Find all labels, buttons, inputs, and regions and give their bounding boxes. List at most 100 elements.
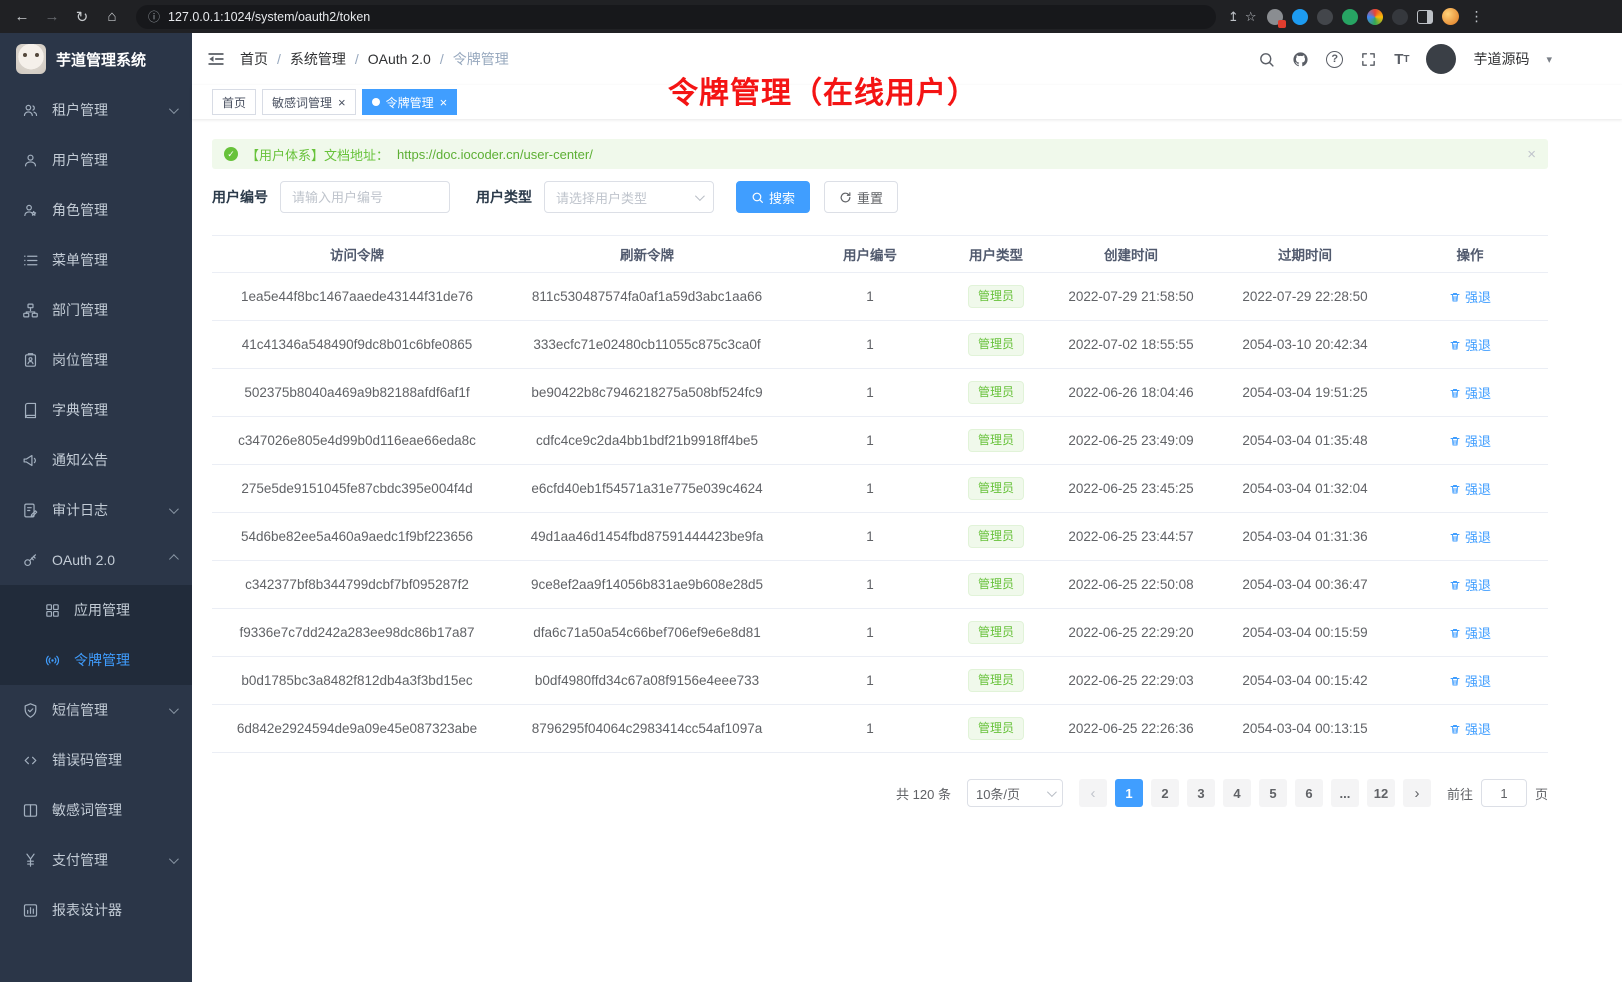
breadcrumb-item[interactable]: 系统管理 [290, 49, 346, 69]
sidebar-item[interactable]: 部门管理 [0, 285, 192, 335]
tab-2[interactable]: 令牌管理 × [362, 89, 458, 115]
goto-page-input[interactable] [1481, 779, 1527, 807]
created-cell: 2022-07-29 21:58:50 [1044, 273, 1218, 321]
breadcrumb-separator: / [440, 51, 444, 67]
sidebar-item[interactable]: 租户管理 [0, 85, 192, 135]
force-logout-button[interactable]: 强退 [1449, 479, 1491, 498]
reset-button[interactable]: 重置 [824, 181, 898, 213]
help-icon[interactable]: ? [1326, 51, 1343, 68]
page-size-select[interactable]: 10条/页 [967, 779, 1063, 807]
page-button-...[interactable]: ... [1331, 779, 1359, 807]
extension-icon[interactable] [1267, 9, 1283, 25]
refresh-token-cell: 8796295f04064c2983414cc54af1097a [502, 705, 792, 753]
force-logout-button[interactable]: 强退 [1449, 719, 1491, 738]
sidebar-item[interactable]: 敏感词管理 [0, 785, 192, 835]
search-icon[interactable] [1258, 51, 1275, 68]
chevron-up-icon [169, 554, 179, 564]
table-row: 6d842e2924594de9a09e45e087323abe 8796295… [212, 705, 1548, 753]
close-icon[interactable]: × [440, 96, 448, 109]
alert-close-icon[interactable]: × [1527, 146, 1536, 163]
expires-cell: 2054-03-04 00:15:59 [1218, 609, 1392, 657]
search-button[interactable]: 搜索 [736, 181, 810, 213]
force-logout-button[interactable]: 强退 [1449, 575, 1491, 594]
side-panel-icon[interactable] [1417, 10, 1433, 24]
created-cell: 2022-06-26 18:04:46 [1044, 369, 1218, 417]
page-button-1[interactable]: 1 [1115, 779, 1143, 807]
total-count: 共 120 条 [896, 784, 951, 803]
breadcrumb-item[interactable]: 首页 [240, 49, 268, 69]
next-page-button[interactable]: › [1403, 779, 1431, 807]
app-icon [44, 602, 61, 619]
page-button-12[interactable]: 12 [1367, 779, 1395, 807]
sidebar-item[interactable]: 报表设计器 [0, 885, 192, 935]
sidebar-item[interactable]: 菜单管理 [0, 235, 192, 285]
extension-icon[interactable] [1367, 9, 1383, 25]
sidebar-item[interactable]: 审计日志 [0, 485, 192, 535]
user-icon [22, 152, 39, 169]
page-button-5[interactable]: 5 [1259, 779, 1287, 807]
page-button-2[interactable]: 2 [1151, 779, 1179, 807]
force-logout-label: 强退 [1465, 431, 1491, 450]
force-logout-button[interactable]: 强退 [1449, 527, 1491, 546]
prev-page-button[interactable]: ‹ [1079, 779, 1107, 807]
user-name[interactable]: 芋道源码 [1473, 49, 1529, 69]
user-type-badge: 管理员 [968, 573, 1024, 595]
github-icon[interactable] [1292, 51, 1309, 68]
sidebar-item[interactable]: 错误码管理 [0, 735, 192, 785]
page-button-6[interactable]: 6 [1295, 779, 1323, 807]
logo-image [16, 44, 46, 74]
bookmark-star-icon[interactable]: ☆ [1245, 9, 1257, 25]
page-button-4[interactable]: 4 [1223, 779, 1251, 807]
errcode-icon [22, 752, 39, 769]
sidebar-item[interactable]: 角色管理 [0, 185, 192, 235]
forward-icon[interactable]: → [40, 5, 64, 29]
user-id-cell: 1 [792, 273, 948, 321]
force-logout-button[interactable]: 强退 [1449, 671, 1491, 690]
share-icon[interactable]: ↥ [1228, 9, 1239, 25]
sidebar-item[interactable]: 令牌管理 [0, 635, 192, 685]
force-logout-button[interactable]: 强退 [1449, 431, 1491, 450]
extension-icon[interactable] [1317, 9, 1333, 25]
extension-icon[interactable] [1342, 9, 1358, 25]
sidebar-item[interactable]: 用户管理 [0, 135, 192, 185]
user-avatar[interactable] [1426, 44, 1456, 74]
user-id-input[interactable] [280, 181, 450, 213]
app-logo[interactable]: 芋道管理系统 [0, 33, 192, 85]
chevron-down-icon [169, 104, 179, 114]
browser-profile-avatar[interactable] [1442, 8, 1459, 25]
browser-menu-icon[interactable]: ⋮ [1470, 8, 1484, 25]
font-size-icon[interactable]: TT [1394, 51, 1409, 68]
sidebar-item[interactable]: 应用管理 [0, 585, 192, 635]
sidebar-item[interactable]: 短信管理 [0, 685, 192, 735]
breadcrumb-item[interactable]: 令牌管理 [453, 49, 509, 69]
extension-icon[interactable] [1392, 9, 1408, 25]
breadcrumb-item[interactable]: OAuth 2.0 [368, 51, 431, 67]
home-icon[interactable]: ⌂ [100, 5, 124, 29]
menu-list-icon [22, 252, 39, 269]
extension-icon[interactable] [1292, 9, 1308, 25]
force-logout-button[interactable]: 强退 [1449, 623, 1491, 642]
close-icon[interactable]: × [338, 96, 346, 109]
site-info-icon[interactable]: ⓘ [148, 8, 160, 25]
sidebar-item[interactable]: OAuth 2.0 [0, 535, 192, 585]
address-bar[interactable]: ⓘ 127.0.0.1:1024/system/oauth2/token [136, 5, 1216, 29]
sidebar-item[interactable]: 字典管理 [0, 385, 192, 435]
sidebar-item[interactable]: 支付管理 [0, 835, 192, 885]
collapse-sidebar-icon[interactable] [206, 49, 226, 69]
force-logout-button[interactable]: 强退 [1449, 335, 1491, 354]
force-logout-button[interactable]: 强退 [1449, 287, 1491, 306]
force-logout-button[interactable]: 强退 [1449, 383, 1491, 402]
user-type-badge: 管理员 [968, 717, 1024, 739]
back-icon[interactable]: ← [10, 5, 34, 29]
tab-1[interactable]: 敏感词管理 × [262, 89, 356, 115]
doc-link[interactable]: https://doc.iocoder.cn/user-center/ [397, 147, 593, 162]
tab-0[interactable]: 首页 [212, 89, 256, 115]
refresh-token-cell: cdfc4ce9c2da4bb1bdf21b9918ff4be5 [502, 417, 792, 465]
sidebar-item[interactable]: 岗位管理 [0, 335, 192, 385]
user-type-select[interactable]: 请选择用户类型 [544, 181, 714, 213]
reload-icon[interactable]: ↻ [70, 5, 94, 29]
sidebar-item[interactable]: 通知公告 [0, 435, 192, 485]
caret-down-icon: ▾ [1546, 53, 1552, 66]
page-button-3[interactable]: 3 [1187, 779, 1215, 807]
fullscreen-icon[interactable] [1360, 51, 1377, 68]
